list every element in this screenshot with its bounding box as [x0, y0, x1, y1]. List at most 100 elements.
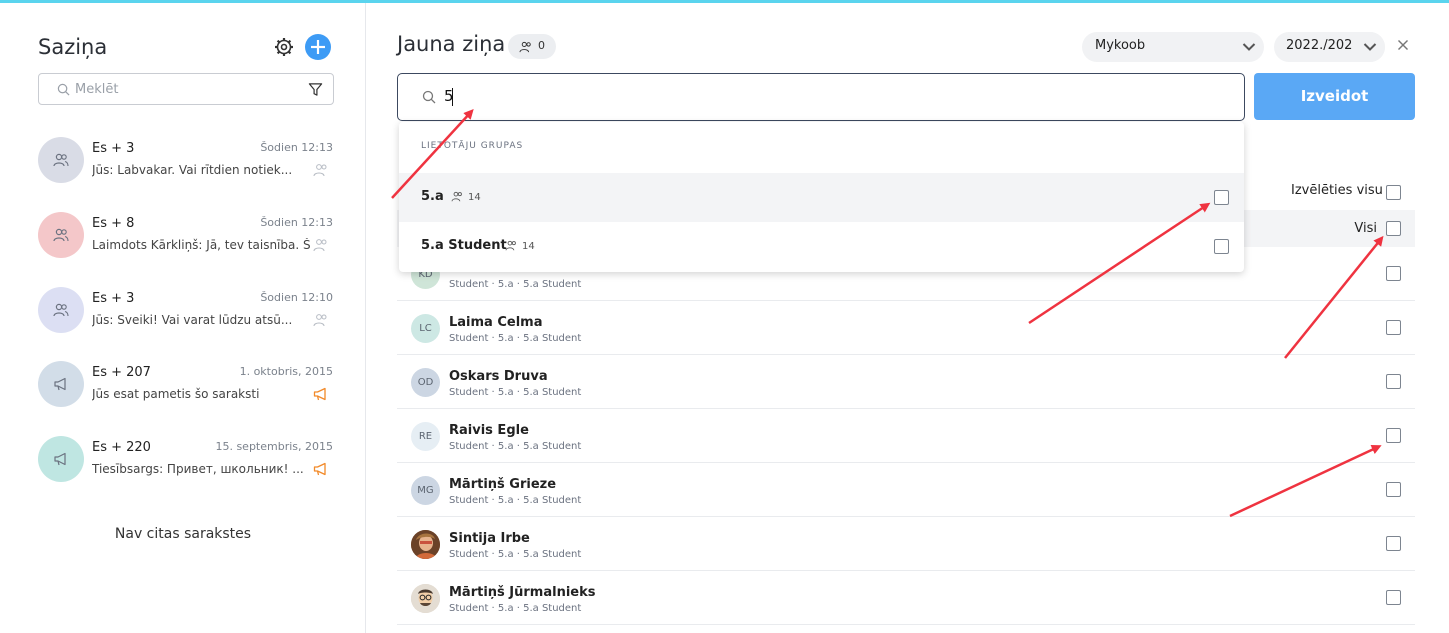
megaphone-icon	[54, 452, 66, 466]
chevron-down-icon	[1242, 43, 1256, 51]
group-option-label: 5.a	[421, 189, 444, 204]
student-subtitle: Student · 5.a · 5.a Student	[449, 387, 582, 398]
create-button[interactable]: Izveidot	[1254, 73, 1415, 120]
group-member-count: 14	[451, 191, 481, 203]
person-illustration-icon	[411, 584, 440, 613]
student-checkbox[interactable]	[1386, 374, 1401, 389]
conversation-time: 1. oktobris, 2015	[239, 365, 333, 378]
sidebar-search-input[interactable]: Meklēt	[38, 73, 334, 105]
sidebar-title: Saziņa	[38, 35, 108, 59]
conversation-time: Šodien 12:10	[260, 291, 333, 304]
megaphone-icon	[54, 377, 66, 391]
all-label: Visi	[1354, 221, 1377, 236]
group-icon	[313, 164, 327, 177]
student-row[interactable]: LC Laima Celma Student · 5.a · 5.a Stude…	[397, 301, 1415, 355]
conversation-item[interactable]: Es + 3 Šodien 12:13 Jūs: Labvakar. Vai r…	[38, 137, 333, 185]
student-name: Raivis Egle	[449, 423, 529, 438]
group-option-label: 5.a Student	[421, 238, 507, 253]
student-row[interactable]: MG Mārtiņš Grieze Student · 5.a · 5.a St…	[397, 463, 1415, 517]
avatar: MG	[411, 476, 440, 505]
group-icon	[53, 303, 69, 317]
student-checkbox[interactable]	[1386, 320, 1401, 335]
student-checkbox[interactable]	[1386, 428, 1401, 443]
conversations-sidebar: Saziņa Meklēt Es + 3 Šodien 12:13 Jūs: L…	[0, 3, 366, 633]
group-icon	[519, 41, 531, 53]
group-option[interactable]: 5.a 14	[399, 173, 1244, 222]
megaphone-icon	[313, 462, 326, 476]
student-row[interactable]: RE Raivis Egle Student · 5.a · 5.a Stude…	[397, 409, 1415, 463]
group-icon	[451, 191, 462, 202]
student-checkbox[interactable]	[1386, 590, 1401, 605]
student-name: Mārtiņš Jūrmalnieks	[449, 585, 596, 600]
student-name: Laima Celma	[449, 315, 543, 330]
student-checkbox[interactable]	[1386, 266, 1401, 281]
conversation-item[interactable]: Es + 3 Šodien 12:10 Jūs: Sveiki! Vai var…	[38, 287, 333, 335]
person-photo-icon	[411, 530, 440, 559]
gear-icon[interactable]	[274, 37, 294, 57]
avatar-photo	[411, 530, 440, 559]
avatar	[38, 361, 84, 407]
new-conversation-button[interactable]	[305, 34, 331, 60]
member-count-value: 14	[468, 192, 481, 203]
recipient-search-input[interactable]: 5	[397, 73, 1245, 121]
megaphone-icon	[313, 387, 326, 401]
student-row[interactable]: OD Oskars Druva Student · 5.a · 5.a Stud…	[397, 355, 1415, 409]
group-option[interactable]: 5.a Student 14	[399, 222, 1244, 271]
search-placeholder: Meklēt	[75, 82, 119, 97]
conversation-snippet: Laimdots Kārkliņš: Jā, tev taisnība. Šod	[92, 238, 310, 252]
dropdown-heading: LIETOTĀJU GRUPAS	[421, 141, 524, 151]
school-select[interactable]: Mykoob	[1082, 32, 1264, 62]
student-subtitle: Student · 5.a · 5.a Student	[449, 549, 582, 560]
close-icon[interactable]	[1397, 39, 1409, 51]
school-year-select-value: 2022./2023	[1286, 38, 1361, 53]
student-row[interactable]: Sintija Irbe Student · 5.a · 5.a Student	[397, 517, 1415, 571]
member-count-value: 14	[522, 241, 535, 252]
group-icon	[313, 239, 327, 252]
avatar-photo	[411, 584, 440, 613]
recipient-count: 0	[538, 39, 545, 52]
group-suggestions-dropdown: LIETOTĀJU GRUPAS 5.a 14 5.a Student 14	[399, 122, 1244, 272]
conversation-time: Šodien 12:13	[260, 216, 333, 229]
conversation-item[interactable]: Es + 8 Šodien 12:13 Laimdots Kārkliņš: J…	[38, 212, 333, 260]
student-checkbox[interactable]	[1386, 482, 1401, 497]
student-checkbox[interactable]	[1386, 536, 1401, 551]
group-option-checkbox[interactable]	[1214, 190, 1229, 205]
page-title: Jauna ziņa	[397, 32, 506, 56]
school-select-value: Mykoob	[1095, 38, 1146, 53]
conversation-snippet: Jūs: Sveiki! Vai varat lūdzu atsū...	[92, 313, 293, 327]
conversation-name: Es + 220	[92, 440, 151, 455]
avatar: OD	[411, 368, 440, 397]
conversation-name: Es + 3	[92, 141, 135, 156]
conversation-snippet: Tiesībsargs: Привет, школьник! ...	[92, 462, 304, 476]
conversation-snippet: Jūs: Labvakar. Vai rītdien notiek...	[92, 163, 293, 177]
group-icon	[505, 240, 516, 251]
group-member-count: 14	[505, 240, 535, 252]
conversation-item[interactable]: Es + 207 1. oktobris, 2015 Jūs esat pame…	[38, 361, 333, 409]
conversation-item[interactable]: Es + 220 15. septembris, 2015 Tiesībsarg…	[38, 436, 333, 484]
select-all-label: Izvēlēties visu	[1291, 183, 1383, 198]
select-all-checkbox[interactable]	[1386, 185, 1401, 200]
group-icon	[53, 153, 69, 167]
group-option-checkbox[interactable]	[1214, 239, 1229, 254]
student-row[interactable]: Mārtiņš Jūrmalnieks Student · 5.a · 5.a …	[397, 571, 1415, 625]
group-icon	[53, 228, 69, 242]
avatar	[38, 287, 84, 333]
student-name: Sintija Irbe	[449, 531, 530, 546]
plus-icon	[311, 40, 325, 54]
conversation-name: Es + 8	[92, 216, 135, 231]
avatar	[38, 137, 84, 183]
student-subtitle: Student · 5.a · 5.a Student	[449, 495, 582, 506]
avatar	[38, 212, 84, 258]
conversation-time: 15. septembris, 2015	[215, 440, 333, 453]
text-caret	[452, 88, 453, 106]
avatar: LC	[411, 314, 440, 343]
avatar	[38, 436, 84, 482]
conversation-snippet: Jūs esat pametis šo sarakstі	[92, 387, 260, 401]
filter-icon[interactable]	[308, 82, 323, 97]
school-year-select[interactable]: 2022./2023	[1274, 32, 1385, 62]
all-checkbox[interactable]	[1386, 221, 1401, 236]
student-subtitle: Student · 5.a · 5.a Student	[449, 603, 582, 614]
student-name: Mārtiņš Grieze	[449, 477, 557, 492]
search-icon	[422, 90, 436, 104]
avatar: RE	[411, 422, 440, 451]
